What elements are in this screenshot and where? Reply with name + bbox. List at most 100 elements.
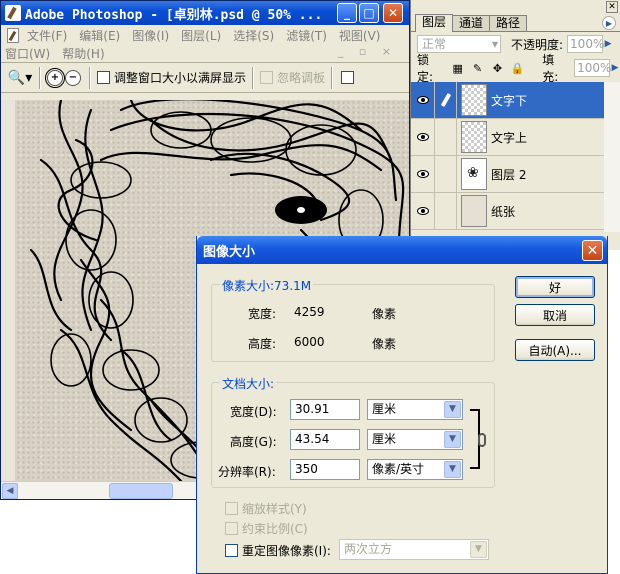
visibility-toggle[interactable] [411, 82, 435, 118]
layer-link-cell[interactable] [435, 82, 457, 118]
window-title: Adobe Photoshop - [卓别林.psd @ 50% ... [25, 7, 323, 23]
fill-arrow-icon[interactable]: ▶ [610, 59, 620, 77]
chevron-down-icon[interactable]: ▼ [444, 461, 461, 478]
document-window-controls[interactable]: _ ▫ × [338, 45, 397, 58]
chevron-down-icon[interactable]: ▼ [470, 541, 487, 558]
tab-paths[interactable]: 路径 [489, 15, 528, 31]
resize-windows-label: 调整窗口大小以满屏显示 [114, 71, 247, 85]
eye-icon [416, 96, 429, 104]
layer-name: 文字上 [491, 130, 528, 145]
maximize-button[interactable]: □ [359, 3, 379, 23]
resolution-unit-select[interactable]: 像素/英寸 ▼ [367, 459, 463, 480]
palette-menu-icon[interactable]: ▶ [602, 16, 616, 30]
layer-name: 纸张 [491, 204, 516, 219]
close-button[interactable]: ✕ [383, 3, 403, 23]
palette-titlebar[interactable]: ✕ [411, 0, 620, 14]
dialog-close-icon[interactable]: ✕ [582, 240, 603, 261]
resize-windows-option[interactable]: 调整窗口大小以满屏显示 [97, 69, 246, 86]
pixel-height-label: 高度: [248, 337, 277, 351]
resample-option[interactable]: 重定图像像素(I): [225, 542, 331, 559]
constrain-proportions-option[interactable]: 约束比例(C) [225, 520, 308, 537]
visibility-toggle[interactable] [411, 193, 435, 229]
doc-width-input[interactable]: 30.91 [290, 399, 360, 420]
chevron-down-icon[interactable]: ▼ [444, 431, 461, 448]
layer-row[interactable]: 文字上 [411, 119, 605, 156]
menu-window[interactable]: 窗口(W) [5, 45, 50, 62]
menu-layer[interactable]: 图层(L) [181, 27, 221, 44]
layer-row[interactable]: 文字下 [411, 82, 605, 119]
ignore-palettes-option[interactable]: 忽略调板 [260, 69, 325, 86]
pixel-width-unit: 像素 [372, 307, 397, 321]
constrain-proportions-checkbox[interactable] [225, 522, 238, 535]
pixel-dimensions-title: 像素大小:73.1M [220, 277, 314, 294]
lock-position-icon[interactable]: ✥ [491, 61, 505, 75]
zoom-in-icon[interactable]: + [45, 67, 65, 88]
scale-styles-checkbox[interactable] [225, 502, 238, 515]
resample-method: 两次立方 [344, 542, 393, 556]
doc-height-unit: 厘米 [372, 432, 397, 446]
document-size-title: 文档大小: [220, 375, 277, 392]
layer-link-cell[interactable] [435, 193, 457, 229]
minimize-button[interactable]: _ [337, 3, 357, 23]
menu-edit[interactable]: 编辑(E) [79, 27, 120, 44]
tab-channels[interactable]: 通道 [452, 15, 491, 31]
menu-bar: 文件(F) 编辑(E) 图像(I) 图层(L) 选择(S) 滤镜(T) 视图(V… [1, 25, 409, 45]
layer-link-cell[interactable] [435, 156, 457, 192]
brush-icon [440, 92, 451, 108]
opacity-input[interactable]: 100% [567, 35, 604, 53]
ignore-palettes-checkbox[interactable] [260, 71, 274, 84]
scale-styles-option[interactable]: 缩放样式(Y) [225, 500, 307, 517]
menu-select[interactable]: 选择(S) [233, 27, 274, 44]
resample-method-select[interactable]: 两次立方 ▼ [339, 539, 489, 560]
resolution-input[interactable]: 350 [290, 459, 360, 480]
menu-file[interactable]: 文件(F) [27, 27, 67, 44]
layer-row[interactable]: 图层 2 [411, 156, 605, 193]
doc-height-input[interactable]: 43.54 [290, 429, 360, 450]
options-separator [252, 66, 255, 89]
extra-option-checkbox[interactable] [341, 71, 355, 84]
resolution-label: 分辨率(R): [218, 465, 276, 479]
layer-row[interactable]: 纸张 [411, 193, 605, 230]
tab-layers[interactable]: 图层 [415, 14, 454, 32]
lock-pixels-icon[interactable]: ✎ [471, 61, 485, 75]
ok-button[interactable]: 好 [515, 276, 595, 298]
menu-image[interactable]: 图像(I) [132, 27, 169, 44]
fill-input[interactable]: 100% [574, 59, 611, 77]
image-size-dialog: 图像大小 ✕ 像素大小:73.1M 宽度: 4259 像素 高度: 6000 像… [196, 236, 608, 574]
menu-help[interactable]: 帮助(H) [62, 45, 104, 62]
opacity-label: 不透明度: [511, 37, 564, 52]
resize-windows-checkbox[interactable] [97, 71, 110, 84]
layer-link-cell[interactable] [435, 119, 457, 155]
opacity-arrow-icon[interactable]: ▶ [603, 35, 613, 53]
zoom-tool-icon[interactable]: 🔍▾ [7, 68, 33, 88]
lock-transparency-icon[interactable]: ▦ [451, 61, 465, 75]
doc-width-unit-select[interactable]: 厘米 ▼ [367, 399, 463, 420]
scale-styles-label: 缩放样式(Y) [242, 502, 307, 516]
doc-height-unit-select[interactable]: 厘米 ▼ [367, 429, 463, 450]
layers-palette: ✕ 图层 通道 路径 ▶ 正常 不透明度: 100% ▶ 锁定: ▦ ✎ ✥ 🔒… [410, 0, 620, 250]
options-separator [89, 66, 91, 89]
zoom-out-icon[interactable]: − [65, 69, 81, 86]
auto-button[interactable]: 自动(A)... [515, 339, 595, 361]
menu-filter[interactable]: 滤镜(T) [286, 27, 327, 44]
photoshop-app-icon [5, 5, 21, 21]
scroll-thumb[interactable] [109, 483, 173, 499]
chevron-down-icon[interactable]: ▼ [444, 401, 461, 418]
resolution-unit: 像素/英寸 [372, 462, 425, 476]
lock-all-icon[interactable]: 🔒 [510, 61, 525, 75]
menu-view[interactable]: 视图(V) [339, 27, 381, 44]
visibility-toggle[interactable] [411, 119, 435, 155]
layer-thumbnail [461, 158, 487, 190]
palette-close-icon[interactable]: ✕ [606, 1, 618, 13]
visibility-toggle[interactable] [411, 156, 435, 192]
layers-scrollbar[interactable] [604, 82, 620, 232]
lock-fill-row: 锁定: ▦ ✎ ✥ 🔒 填充: 100% ▶ [411, 53, 620, 84]
dialog-titlebar[interactable]: 图像大小 ✕ [197, 236, 607, 264]
pixel-height-value: 6000 [294, 335, 325, 349]
scroll-left-icon[interactable]: ◀ [2, 483, 18, 499]
dialog-title: 图像大小 [203, 244, 256, 260]
doc-width-unit: 厘米 [372, 402, 397, 416]
resample-checkbox[interactable] [225, 544, 238, 557]
cancel-button[interactable]: 取消 [515, 304, 595, 326]
document-icon[interactable] [5, 27, 21, 43]
